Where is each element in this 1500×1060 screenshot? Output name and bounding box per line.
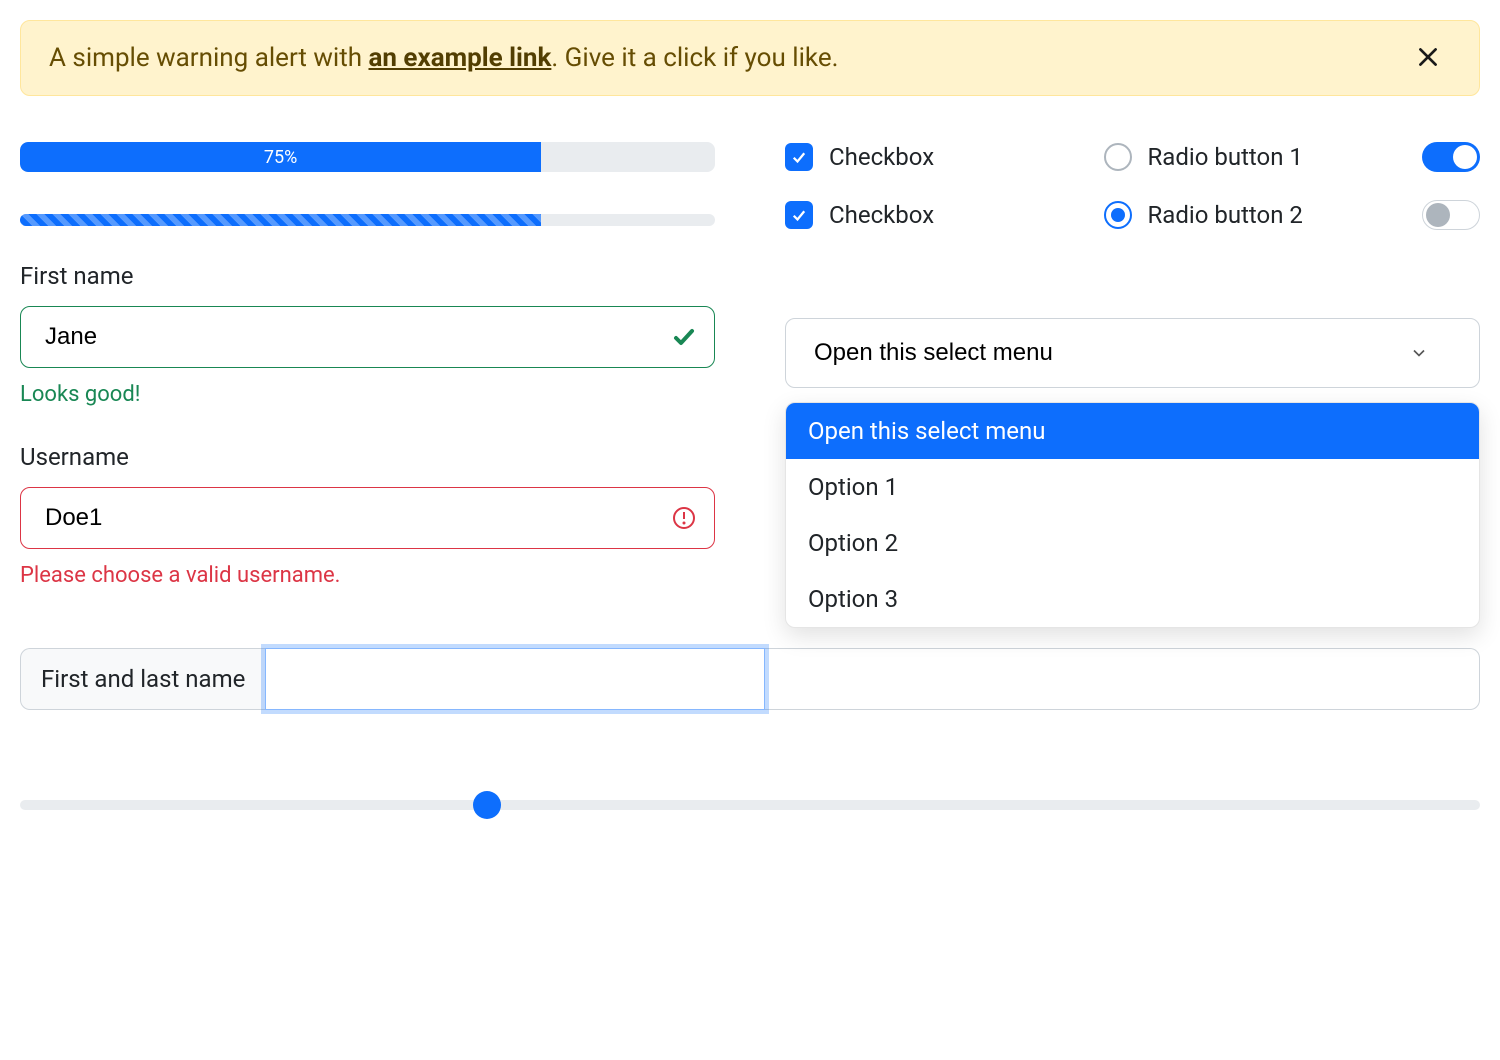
username-group: Username Please choose a valid username. (20, 443, 715, 588)
select-option-2[interactable]: Option 2 (786, 515, 1479, 571)
radio-icon (1104, 143, 1132, 171)
checkbox-icon (785, 201, 813, 229)
first-name-feedback: Looks good! (20, 382, 715, 407)
input-group-label: First and last name (20, 648, 265, 710)
controls-row-2: Checkbox Radio button 2 (785, 200, 1480, 230)
radio-icon (1104, 201, 1132, 229)
switch-2[interactable] (1422, 200, 1480, 230)
username-feedback: Please choose a valid username. (20, 563, 715, 588)
checkbox-1[interactable]: Checkbox (785, 143, 1084, 171)
range-track (20, 800, 1480, 810)
select-option-1[interactable]: Option 1 (786, 459, 1479, 515)
username-input[interactable] (20, 487, 715, 549)
checkbox-icon (785, 143, 813, 171)
radio-2[interactable]: Radio button 2 (1104, 201, 1403, 229)
alert-text-after: . Give it a click if you like. (551, 43, 838, 73)
alert-text-before: A simple warning alert with (49, 43, 368, 73)
range-slider[interactable] (20, 790, 1480, 820)
first-name-group: First name Looks good! (20, 262, 715, 407)
switch-1[interactable] (1422, 142, 1480, 172)
select-wrap: Open this select menu Open this select m… (785, 318, 1480, 388)
close-icon (1415, 44, 1441, 73)
radio-1-label: Radio button 1 (1148, 143, 1303, 171)
progress-main: 75% (20, 142, 715, 172)
warning-alert: A simple warning alert with an example l… (20, 20, 1480, 96)
left-column: 75% First name Looks good! Username Plea… (20, 142, 715, 588)
select-value: Open this select menu (814, 339, 1053, 367)
input-group-tail (765, 648, 1480, 710)
alert-text: A simple warning alert with an example l… (49, 43, 1405, 73)
progress-striped-bar (20, 214, 541, 226)
right-column: Checkbox Radio button 1 Checkbox Radio b… (785, 142, 1480, 588)
radio-2-label: Radio button 2 (1148, 201, 1303, 229)
progress-main-bar: 75% (20, 142, 541, 172)
radio-1[interactable]: Radio button 1 (1104, 143, 1403, 171)
select-option-0[interactable]: Open this select menu (786, 403, 1479, 459)
alert-example-link[interactable]: an example link (368, 43, 551, 73)
first-name-input[interactable] (20, 306, 715, 368)
checkbox-1-label: Checkbox (829, 143, 934, 171)
select-dropdown: Open this select menu Option 1 Option 2 … (785, 402, 1480, 628)
checkbox-2-label: Checkbox (829, 201, 934, 229)
name-input-group: First and last name (20, 648, 1480, 710)
select-menu[interactable]: Open this select menu (785, 318, 1480, 388)
select-option-3[interactable]: Option 3 (786, 571, 1479, 627)
first-name-label: First name (20, 262, 715, 290)
chevron-down-icon (1409, 343, 1429, 363)
progress-striped (20, 214, 715, 226)
alert-close-button[interactable] (1405, 44, 1451, 73)
range-thumb[interactable] (473, 791, 501, 819)
checkbox-2[interactable]: Checkbox (785, 201, 1084, 229)
username-label: Username (20, 443, 715, 471)
name-input[interactable] (265, 648, 765, 710)
controls-row-1: Checkbox Radio button 1 (785, 142, 1480, 172)
